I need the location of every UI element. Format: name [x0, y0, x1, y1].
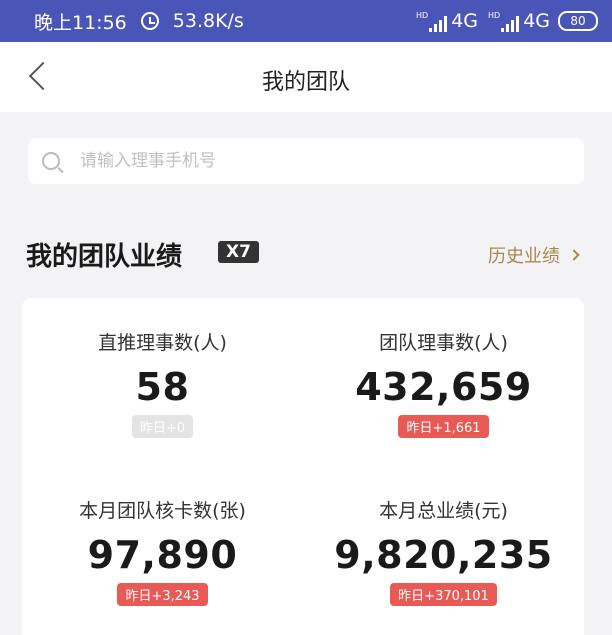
stat-value: 432,659 — [355, 365, 532, 409]
stat-delta: 昨日+0 — [131, 415, 194, 438]
stat-delta: 昨日+3,243 — [117, 583, 208, 606]
stat-direct-members: 直推理事数(人) 58 昨日+0 — [22, 328, 303, 438]
signal-2: HD 4G — [488, 10, 550, 32]
battery-icon: 80 — [558, 11, 598, 31]
history-link-label: 历史业绩 — [488, 246, 560, 267]
stat-value: 58 — [135, 365, 190, 409]
search-icon — [42, 152, 60, 170]
network-type-2: 4G — [523, 10, 550, 32]
stat-delta: 昨日+370,101 — [390, 583, 497, 606]
hd-label-2: HD — [488, 11, 501, 20]
network-speed: 53.8K/s — [172, 10, 244, 32]
stat-monthly-cards: 本月团队核卡数(张) 97,890 昨日+3,243 — [22, 496, 303, 606]
stat-label: 团队理事数(人) — [379, 332, 508, 354]
stat-value: 97,890 — [87, 533, 238, 577]
level-badge: X7 — [218, 241, 259, 263]
signal-1: HD 4G — [416, 10, 478, 32]
nav-bar: 我的团队 — [0, 42, 612, 112]
signal-bars-icon — [429, 16, 448, 32]
alarm-icon — [140, 12, 159, 30]
stats-card: 直推理事数(人) 58 昨日+0 团队理事数(人) 432,659 昨日+1,6… — [22, 298, 584, 635]
network-type-1: 4G — [451, 10, 478, 32]
stat-team-members: 团队理事数(人) 432,659 昨日+1,661 — [303, 328, 584, 438]
hd-label-1: HD — [416, 11, 429, 20]
stat-label: 本月总业绩(元) — [379, 500, 508, 522]
stat-value: 9,820,235 — [334, 533, 553, 577]
stat-monthly-total: 本月总业绩(元) 9,820,235 昨日+370,101 — [303, 496, 584, 606]
history-performance-link[interactable]: 历史业绩 — [488, 242, 580, 268]
chevron-right-icon — [568, 249, 580, 261]
stat-label: 本月团队核卡数(张) — [79, 500, 246, 522]
search-input[interactable] — [80, 151, 520, 171]
stat-label: 直推理事数(人) — [98, 332, 227, 354]
section-title: 我的团队业绩 — [26, 242, 183, 272]
stat-delta: 昨日+1,661 — [398, 415, 489, 438]
signal-bars-icon — [501, 16, 520, 32]
search-box[interactable] — [28, 138, 584, 184]
status-time: 晚上11:56 — [34, 11, 127, 34]
status-bar: 晚上11:56 53.8K/s HD 4G HD 4G 80 — [0, 0, 612, 42]
page-title: 我的团队 — [261, 70, 350, 95]
